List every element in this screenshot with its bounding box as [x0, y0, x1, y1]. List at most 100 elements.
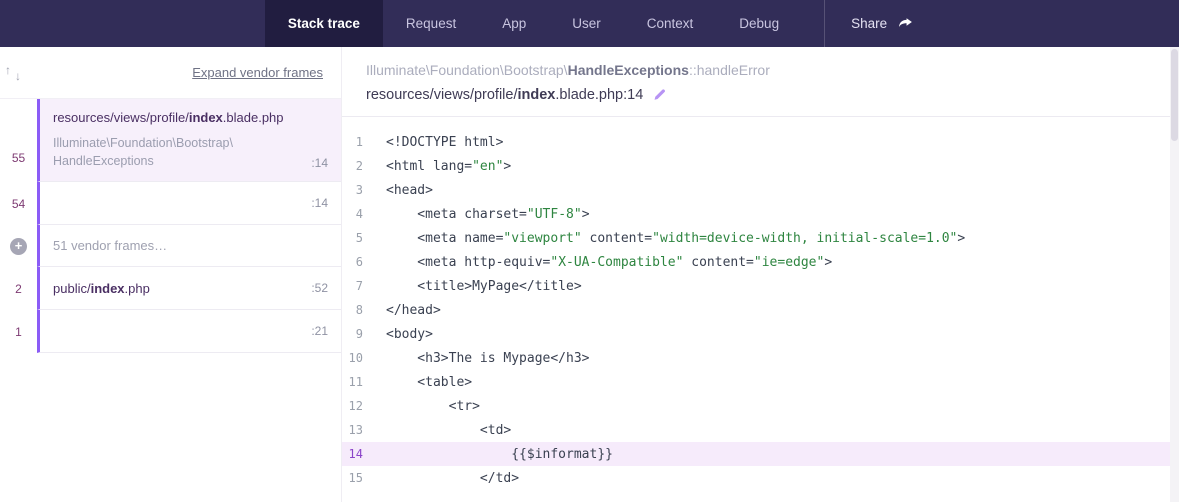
code-line-text: <h3>The is Mypage</h3>: [363, 351, 590, 366]
file-path-bold: index: [91, 281, 125, 296]
stack-frames-sidebar: ↑ ↓ Expand vendor frames 55 resources/vi…: [0, 47, 341, 502]
file-path-prefix: resources/views/profile/: [366, 87, 518, 103]
frame-nav-arrows: ↑ ↓: [3, 62, 23, 84]
tab-context[interactable]: Context: [624, 0, 717, 47]
code-line-number: 6: [342, 255, 363, 269]
code-viewer: 1<!DOCTYPE html>2<html lang="en">3<head>…: [342, 117, 1179, 490]
code-line: 1<!DOCTYPE html>: [342, 130, 1179, 154]
frame-row-54[interactable]: 54 :14: [0, 182, 341, 225]
code-line-number: 7: [342, 279, 363, 293]
share-arrow-icon[interactable]: [897, 15, 914, 32]
code-line: 2<html lang="en">: [342, 154, 1179, 178]
code-line: 10 <h3>The is Mypage</h3>: [342, 346, 1179, 370]
code-line-text: <body>: [363, 327, 433, 342]
code-line-number: 15: [342, 471, 363, 485]
code-line-number: 3: [342, 183, 363, 197]
code-line: 7 <title>MyPage</title>: [342, 274, 1179, 298]
code-line: 11 <table>: [342, 370, 1179, 394]
code-line-number: 9: [342, 327, 363, 341]
frame-file-path: public/index.php: [53, 281, 150, 296]
file-path-prefix: public/: [53, 281, 91, 296]
tab-app[interactable]: App: [479, 0, 549, 47]
method-name: ::handleError: [689, 62, 770, 78]
expand-vendor-plus-icon[interactable]: +: [10, 238, 27, 255]
file-path-prefix: resources/views/profile/: [53, 110, 189, 125]
method-class: HandleExceptions: [568, 62, 689, 78]
tab-user[interactable]: User: [549, 0, 624, 47]
file-path-suffix: .blade.php: [223, 110, 284, 125]
code-line-text: <meta http-equiv="X-UA-Compatible" conte…: [363, 255, 832, 270]
vendor-frames-label: 51 vendor frames…: [53, 236, 328, 255]
code-line-number: 14: [342, 447, 363, 461]
code-line-text: </head>: [363, 303, 441, 318]
code-line: 4 <meta charset="UTF-8">: [342, 202, 1179, 226]
frame-class-line2: HandleExceptions: [53, 152, 233, 170]
code-line-number: 11: [342, 375, 363, 389]
code-line: 13 <td>: [342, 418, 1179, 442]
frames-list: 55 resources/views/profile/index.blade.p…: [0, 99, 341, 353]
scrollbar-thumb[interactable]: [1171, 49, 1178, 141]
file-path-text: resources/views/profile/index.blade.php:…: [366, 87, 643, 103]
share-button[interactable]: Share: [851, 16, 887, 31]
frame-line-number: :52: [311, 281, 328, 295]
tab-bar: Stack traceRequestAppUserContextDebug: [265, 0, 802, 47]
frame-row-2[interactable]: 2 public/index.php :52: [0, 267, 341, 310]
code-line-text: <meta name="viewport" content="width=dev…: [363, 231, 965, 246]
frame-line-number: :14: [311, 156, 328, 170]
content-area: ↑ ↓ Expand vendor frames 55 resources/vi…: [0, 47, 1179, 502]
code-line-number: 2: [342, 159, 363, 173]
frame-number: 54: [0, 182, 37, 225]
frame-detail-header: Illuminate\Foundation\Bootstrap\HandleEx…: [342, 47, 1179, 117]
frame-class-line1: Illuminate\Foundation\Bootstrap\: [53, 134, 233, 152]
tab-request[interactable]: Request: [383, 0, 479, 47]
frame-number: 55: [0, 99, 37, 182]
frame-detail-pane: Illuminate\Foundation\Bootstrap\HandleEx…: [341, 47, 1179, 502]
code-line: 14 {{$informat}}: [342, 442, 1179, 466]
frame-line-number: :14: [311, 196, 328, 210]
code-line-text: <tr>: [363, 399, 480, 414]
file-path-bold: index: [518, 87, 556, 103]
prev-frame-arrow-icon[interactable]: ↑: [3, 62, 13, 84]
page-scrollbar[interactable]: [1170, 47, 1179, 502]
code-line: 5 <meta name="viewport" content="width=d…: [342, 226, 1179, 250]
code-line-number: 13: [342, 423, 363, 437]
code-line-number: 12: [342, 399, 363, 413]
frame-row-1[interactable]: 1 :21: [0, 310, 341, 353]
code-line-text: <td>: [363, 423, 511, 438]
expand-vendor-frames-link[interactable]: Expand vendor frames: [192, 65, 323, 80]
frame-row-55[interactable]: 55 resources/views/profile/index.blade.p…: [0, 99, 341, 182]
code-line-text: </td>: [363, 471, 519, 486]
share-section: Share: [824, 0, 914, 47]
code-line-number: 5: [342, 231, 363, 245]
code-line-number: 4: [342, 207, 363, 221]
code-line-number: 10: [342, 351, 363, 365]
code-line-number: 1: [342, 135, 363, 149]
frame-class-name: Illuminate\Foundation\Bootstrap\ HandleE…: [53, 134, 233, 170]
topbar: Stack traceRequestAppUserContextDebug Sh…: [0, 0, 1179, 47]
code-line-text: <html lang="en">: [363, 159, 511, 174]
code-line: 3<head>: [342, 178, 1179, 202]
code-line-text: <meta charset="UTF-8">: [363, 207, 590, 222]
code-line: 9<body>: [342, 322, 1179, 346]
frame-class-block: Illuminate\Foundation\Bootstrap\ HandleE…: [53, 134, 328, 170]
tab-debug[interactable]: Debug: [716, 0, 802, 47]
tab-stack-trace[interactable]: Stack trace: [265, 0, 383, 47]
file-path-suffix: .php: [125, 281, 150, 296]
code-line: 8</head>: [342, 298, 1179, 322]
method-namespace: Illuminate\Foundation\Bootstrap\: [366, 62, 568, 78]
file-path-bold: index: [189, 110, 223, 125]
sidebar-header: ↑ ↓ Expand vendor frames: [0, 47, 341, 99]
vendor-frames-row[interactable]: + 51 vendor frames…: [0, 225, 341, 267]
code-line-number: 8: [342, 303, 363, 317]
code-line-text: <title>MyPage</title>: [363, 279, 582, 294]
frame-file-path: resources/views/profile/index.blade.php: [53, 110, 328, 125]
next-frame-arrow-icon[interactable]: ↓: [13, 68, 23, 84]
file-path-suffix: .blade.php:14: [555, 87, 643, 103]
code-line-text: {{$informat}}: [363, 447, 613, 462]
code-line-text: <table>: [363, 375, 472, 390]
code-line: 6 <meta http-equiv="X-UA-Compatible" con…: [342, 250, 1179, 274]
open-file-path: resources/views/profile/index.blade.php:…: [366, 87, 1155, 103]
edit-pencil-icon[interactable]: [652, 88, 667, 103]
method-breadcrumb: Illuminate\Foundation\Bootstrap\HandleEx…: [366, 62, 1155, 78]
frame-number: 2: [0, 267, 37, 310]
